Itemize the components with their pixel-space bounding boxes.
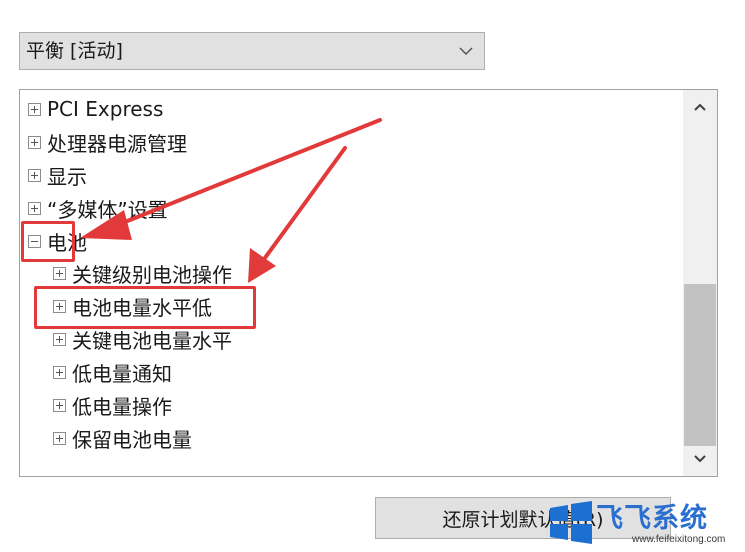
chevron-up-icon <box>694 103 706 111</box>
expand-plus-icon[interactable] <box>28 201 41 215</box>
tree-item-low-battery-action[interactable]: 低电量操作 <box>53 390 172 420</box>
scroll-thumb[interactable] <box>684 284 716 446</box>
scroll-down-button[interactable] <box>683 444 717 474</box>
expand-plus-icon[interactable] <box>53 365 66 379</box>
expand-plus-icon[interactable] <box>28 168 41 182</box>
scroll-up-button[interactable] <box>683 92 717 122</box>
tree-item-label: PCI Express <box>47 97 164 121</box>
highlight-box-battery <box>21 221 75 262</box>
tree-item-processor-power[interactable]: 处理器电源管理 <box>28 127 187 157</box>
tree-item-display[interactable]: 显示 <box>28 160 87 190</box>
tree-item-label: 保留电池电量 <box>72 427 192 452</box>
expand-plus-icon[interactable] <box>53 332 66 346</box>
expand-plus-icon[interactable] <box>28 135 41 149</box>
expand-plus-icon[interactable] <box>53 431 66 445</box>
power-plan-select[interactable]: 平衡 [活动] <box>19 32 485 70</box>
tree-item-multimedia[interactable]: “多媒体”设置 <box>28 193 168 223</box>
tree-item-reserve-battery-level[interactable]: 保留电池电量 <box>53 423 192 453</box>
highlight-box-low-battery-level <box>34 286 256 329</box>
power-settings-tree[interactable]: PCI Express 处理器电源管理 显示 “多媒体”设置 电池 关键级别电池… <box>19 89 718 477</box>
watermark-brand: 飞飞系统 <box>596 503 708 534</box>
chevron-down-icon <box>694 455 706 463</box>
chevron-down-icon <box>459 47 473 56</box>
tree-item-label: 低电量通知 <box>72 361 172 386</box>
tree-item-label: 低电量操作 <box>72 394 172 419</box>
windows-logo-icon <box>550 501 592 544</box>
watermark-url: www.feifeixitong.com <box>632 534 726 545</box>
tree-item-label: 显示 <box>47 164 87 189</box>
expand-plus-icon[interactable] <box>53 398 66 412</box>
vertical-scrollbar[interactable] <box>683 90 717 476</box>
expand-plus-icon[interactable] <box>28 102 41 116</box>
tree-item-pci-express[interactable]: PCI Express <box>28 94 163 124</box>
tree-item-low-battery-notification[interactable]: 低电量通知 <box>53 357 172 387</box>
expand-plus-icon[interactable] <box>53 266 66 280</box>
tree-item-label: “多媒体”设置 <box>47 197 168 222</box>
watermark: 飞飞系统 www.feifeixitong.com <box>548 494 745 552</box>
tree-item-critical-battery-action[interactable]: 关键级别电池操作 <box>53 258 232 288</box>
tree-item-label: 处理器电源管理 <box>47 131 187 156</box>
tree-item-label: 关键级别电池操作 <box>72 262 232 287</box>
power-plan-value: 平衡 [活动] <box>26 40 123 62</box>
